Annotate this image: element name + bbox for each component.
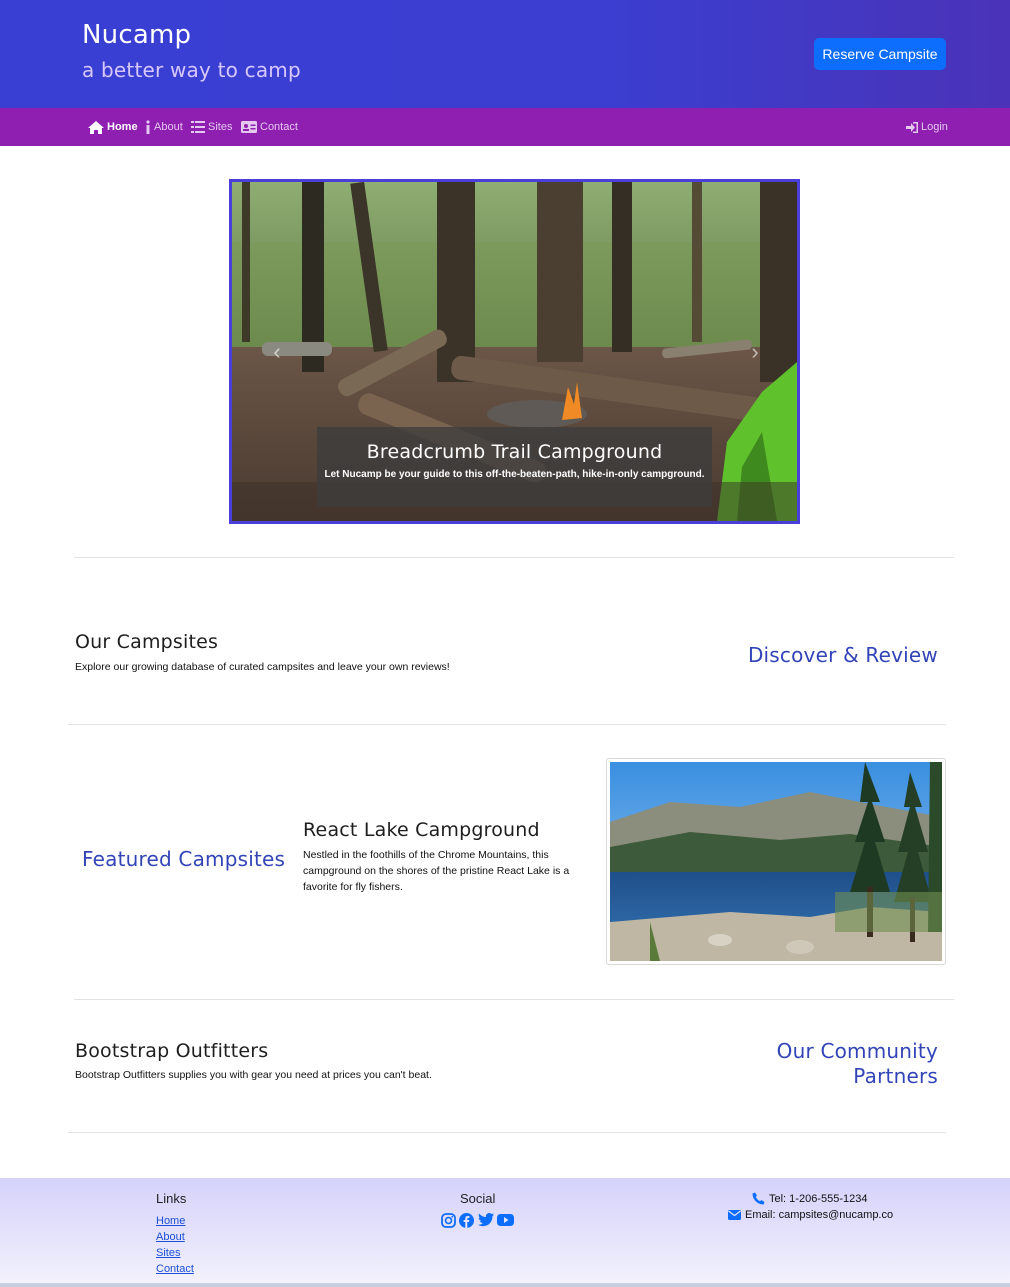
- divider: [74, 557, 954, 558]
- campsites-text: Explore our growing database of curated …: [75, 661, 450, 673]
- info-icon: [146, 120, 150, 134]
- divider: [68, 1132, 946, 1133]
- carousel-next-button[interactable]: ›: [740, 332, 770, 372]
- sign-in-icon: [906, 121, 918, 133]
- featured-heading: React Lake Campground: [303, 819, 540, 841]
- campsites-heading: Our Campsites: [75, 631, 219, 653]
- campground-carousel: ‹ › Breadcrumb Trail Campground Let Nuca…: [229, 179, 800, 524]
- footer-link-contact[interactable]: Contact: [156, 1263, 194, 1275]
- footer-social-heading: Social: [460, 1191, 496, 1206]
- community-partners-label: Our Community Partners: [700, 1039, 938, 1089]
- footer-tel[interactable]: Tel: 1-206-555-1234: [752, 1192, 867, 1205]
- home-icon: [88, 120, 104, 134]
- partner-heading: Bootstrap Outfitters: [75, 1040, 269, 1062]
- divider: [68, 724, 946, 725]
- caption-title: Breadcrumb Trail Campground: [366, 441, 663, 463]
- phone-icon: [752, 1192, 765, 1205]
- caption-text: Let Nucamp be your guide to this off-the…: [324, 469, 705, 480]
- youtube-icon[interactable]: [497, 1213, 514, 1227]
- footer-link-about[interactable]: About: [156, 1231, 185, 1243]
- discover-review-label: Discover & Review: [747, 643, 938, 667]
- community-partners-line2: Partners: [853, 1064, 938, 1088]
- twitter-icon[interactable]: [478, 1213, 494, 1227]
- login-link[interactable]: Login: [906, 120, 948, 134]
- featured-campsites-label: Featured Campsites: [82, 847, 286, 871]
- nav-item-label: Home: [107, 121, 138, 133]
- featured-text: Nestled in the foothills of the Chrome M…: [303, 849, 570, 893]
- footer-link-sites[interactable]: Sites: [156, 1247, 180, 1259]
- nav-item-contact[interactable]: Contact: [241, 120, 298, 134]
- nav-item-about[interactable]: About: [145, 120, 183, 134]
- nav-item-home[interactable]: Home: [88, 120, 138, 134]
- email-text: Email: campsites@nucamp.co: [745, 1209, 894, 1221]
- header-jumbotron: Nucamp a better way to camp Reserve Camp…: [0, 0, 1010, 108]
- facebook-icon[interactable]: [459, 1213, 474, 1228]
- envelope-icon: [728, 1210, 741, 1220]
- carousel-prev-button[interactable]: ‹: [262, 332, 292, 372]
- community-partners-line1: Our Community: [776, 1039, 938, 1063]
- react-lake-image: [606, 758, 946, 965]
- footer-links-heading: Links: [156, 1191, 187, 1206]
- nav-item-label: Contact: [260, 121, 298, 133]
- brand-subtitle: a better way to camp: [82, 58, 301, 82]
- divider: [74, 999, 954, 1000]
- nav-item-sites[interactable]: Sites: [191, 120, 232, 134]
- list-icon: [191, 121, 205, 133]
- bottom-scrollbar[interactable]: [0, 1283, 1010, 1287]
- login-label: Login: [921, 121, 948, 133]
- partner-text: Bootstrap Outfitters supplies you with g…: [75, 1069, 432, 1081]
- main-navbar: Home About Sites Contact Login: [0, 108, 1010, 146]
- site-footer: Links Home About Sites Contact Social Te…: [0, 1178, 1010, 1287]
- footer-link-home[interactable]: Home: [156, 1215, 185, 1227]
- tel-text: Tel: 1-206-555-1234: [769, 1192, 868, 1205]
- address-card-icon: [241, 121, 257, 133]
- nav-item-label: About: [154, 121, 183, 133]
- instagram-icon[interactable]: [441, 1213, 456, 1228]
- lake-photo: [610, 762, 942, 961]
- nav-item-label: Sites: [208, 121, 233, 133]
- carousel-caption: Breadcrumb Trail Campground Let Nucamp b…: [317, 427, 712, 507]
- reserve-campsite-button[interactable]: Reserve Campsite: [814, 38, 946, 70]
- footer-email[interactable]: Email: campsites@nucamp.co: [728, 1209, 893, 1221]
- brand-title: Nucamp: [82, 20, 192, 50]
